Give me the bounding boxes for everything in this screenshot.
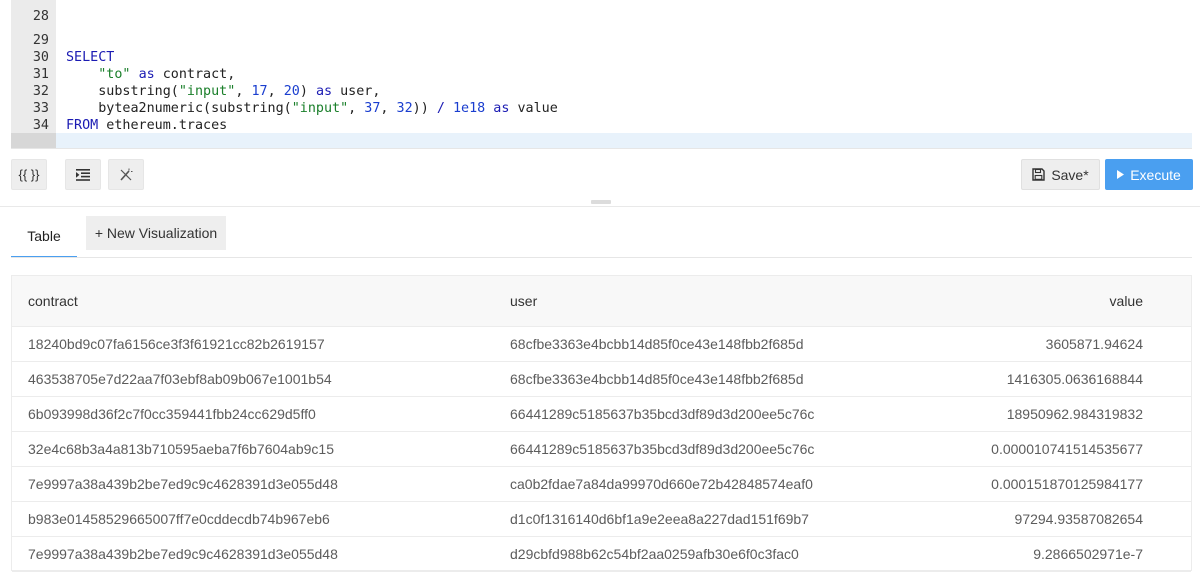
autocomplete-toggle-button[interactable] bbox=[108, 159, 144, 190]
cell-value: 0.000151870125984177 bbox=[991, 476, 1143, 492]
cell-user: 66441289c5185637b35bcd3df89d3d200ee5c76c bbox=[510, 406, 815, 422]
execute-button[interactable]: Execute bbox=[1105, 159, 1193, 190]
cell-contract: 18240bd9c07fa6156ce3f3f61921cc82b2619157 bbox=[28, 336, 325, 352]
cell-user: d1c0f1316140d6bf1a9e2eea8a227dad151f69b7 bbox=[510, 511, 809, 527]
code-line[interactable]: 31 substring("input", 17, 20) as user, bbox=[11, 49, 1192, 99]
column-header-user[interactable]: user bbox=[510, 276, 537, 327]
cell-contract: b983e01458529665007ff7e0cddecdb74b967eb6 bbox=[28, 511, 330, 527]
code-line[interactable]: 32 bytea2numeric(substring("input", 37, … bbox=[11, 66, 1192, 116]
format-params-button[interactable]: {{ }} bbox=[11, 159, 47, 190]
indent-button[interactable] bbox=[65, 159, 101, 190]
code-line[interactable]: 33 FROM ethereum.traces bbox=[11, 83, 1192, 133]
cell-value: 1416305.0636168844 bbox=[1006, 371, 1143, 387]
new-visualization-label: + New Visualization bbox=[94, 225, 218, 241]
cell-contract: 463538705e7d22aa7f03ebf8ab09b067e1001b54 bbox=[28, 371, 332, 387]
column-header-value[interactable]: value bbox=[1110, 276, 1143, 327]
table-row: 32e4c68b3a4a813b710595aeba7f6b7604ab9c15… bbox=[12, 432, 1191, 467]
save-label: Save* bbox=[1051, 166, 1089, 183]
section-divider bbox=[0, 206, 1200, 207]
results-table: contract user value 18240bd9c07fa6156ce3… bbox=[11, 275, 1192, 572]
magic-off-icon bbox=[120, 168, 133, 181]
code-line-active[interactable]: 36 bbox=[11, 133, 1192, 148]
cell-user: ca0b2fdae7a84da99970d660e72b42848574eaf0 bbox=[510, 476, 813, 492]
sql-editor[interactable]: 28 29 SELECT 30 "to" as contract, 31 sub… bbox=[11, 0, 1192, 149]
column-header-contract[interactable]: contract bbox=[28, 276, 78, 327]
format-params-label: {{ }} bbox=[18, 167, 40, 182]
table-row: 463538705e7d22aa7f03ebf8ab09b067e1001b54… bbox=[12, 362, 1191, 397]
code-line[interactable]: 28 bbox=[11, 0, 1192, 24]
play-icon bbox=[1117, 170, 1125, 179]
cell-user: 68cfbe3363e4bcbb14d85f0ce43e148fbb2f685d bbox=[510, 371, 804, 387]
cell-value: 97294.93587082654 bbox=[1014, 511, 1143, 527]
tab-table[interactable]: Table bbox=[11, 216, 77, 258]
code-line[interactable]: 29 SELECT bbox=[11, 15, 1192, 65]
execute-label: Execute bbox=[1130, 166, 1181, 183]
indent-icon bbox=[76, 168, 90, 181]
cell-value: 18950962.984319832 bbox=[1006, 406, 1143, 422]
resize-handle[interactable] bbox=[591, 200, 611, 204]
code-line[interactable]: 34 WHERE substring("input" from 1 for 4)… bbox=[11, 100, 1192, 148]
cell-user: d29cbfd988b62c54bf2aa0259afb30e6f0c3fac0 bbox=[510, 546, 799, 562]
table-row: 7e9997a38a439b2be7ed9c9c4628391d3e055d48… bbox=[12, 467, 1191, 502]
cell-value: 3605871.94624 bbox=[1045, 336, 1143, 352]
table-row: b983e01458529665007ff7e0cddecdb74b967eb6… bbox=[12, 502, 1191, 537]
cell-contract: 6b093998d36f2c7f0cc359441fbb24cc629d5ff0 bbox=[28, 406, 316, 422]
floppy-disk-icon bbox=[1032, 168, 1046, 181]
active-line-gutter bbox=[11, 133, 56, 148]
table-row: 6b093998d36f2c7f0cc359441fbb24cc629d5ff0… bbox=[12, 397, 1191, 432]
save-button[interactable]: Save* bbox=[1021, 159, 1100, 190]
cell-contract: 32e4c68b3a4a813b710595aeba7f6b7604ab9c15 bbox=[28, 441, 334, 457]
cell-contract: 7e9997a38a439b2be7ed9c9c4628391d3e055d48 bbox=[28, 476, 338, 492]
tab-table-label: Table bbox=[27, 228, 61, 244]
code-line[interactable]: 30 "to" as contract, bbox=[11, 32, 1192, 82]
cell-contract: 7e9997a38a439b2be7ed9c9c4628391d3e055d48 bbox=[28, 546, 338, 562]
table-row: 7e9997a38a439b2be7ed9c9c4628391d3e055d48… bbox=[12, 537, 1191, 572]
cell-user: 68cfbe3363e4bcbb14d85f0ce43e148fbb2f685d bbox=[510, 336, 804, 352]
tabs-underline bbox=[11, 257, 1192, 258]
cell-user: 66441289c5185637b35bcd3df89d3d200ee5c76c bbox=[510, 441, 815, 457]
table-header: contract user value bbox=[12, 276, 1191, 327]
cell-value: 0.000010741514535677 bbox=[991, 441, 1143, 457]
cell-value: 9.2866502971e-7 bbox=[1033, 546, 1143, 562]
table-row: 18240bd9c07fa6156ce3f3f61921cc82b2619157… bbox=[12, 327, 1191, 362]
new-visualization-button[interactable]: + New Visualization bbox=[86, 216, 226, 250]
code-line[interactable]: 35 AND array_length(trace_address, 1) IS… bbox=[11, 117, 1192, 148]
